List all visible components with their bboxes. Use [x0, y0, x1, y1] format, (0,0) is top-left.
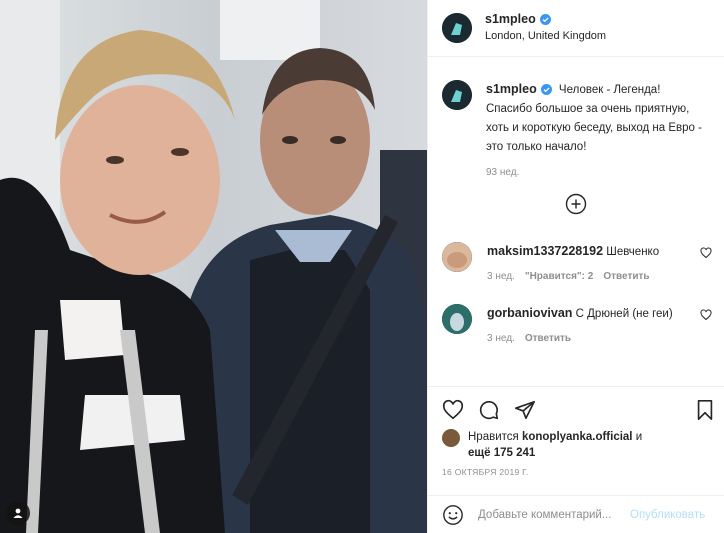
user-tag-icon[interactable]: [6, 501, 30, 525]
publish-button[interactable]: Опубликовать: [630, 509, 705, 521]
bookmark-icon[interactable]: [694, 399, 716, 421]
comment-item: maksim1337228192 Шевченко 3 нед. "Нравит…: [442, 242, 712, 286]
likes-summary: Нравится konoplyanka.official и ещё 175 …: [442, 429, 642, 461]
reply-button[interactable]: Ответить: [525, 330, 571, 348]
heart-icon[interactable]: [700, 309, 712, 321]
avatar[interactable]: [442, 304, 472, 334]
comment-item: gorbaniovivan С Дрюней (не геи) 3 нед. О…: [442, 304, 712, 348]
likes-count[interactable]: ещё 175 241: [468, 447, 535, 459]
comment-username[interactable]: maksim1337228192: [487, 242, 603, 260]
likes-prefix: Нравится: [468, 431, 519, 443]
likes-connector: и: [635, 431, 643, 443]
heart-icon[interactable]: [442, 399, 464, 421]
smiley-icon[interactable]: [442, 504, 464, 526]
verified-badge-icon: [540, 84, 552, 95]
comment-age: 3 нед.: [487, 333, 515, 344]
post-username[interactable]: s1mpleo: [485, 12, 536, 27]
comment-text: Шевченко: [606, 246, 660, 258]
post-location[interactable]: London, United Kingdom: [485, 29, 606, 44]
paper-plane-icon[interactable]: [514, 399, 536, 421]
comment-age: 3 нед.: [487, 271, 515, 282]
comment-username[interactable]: gorbaniovivan: [487, 304, 572, 322]
caption-age: 93 нед.: [486, 167, 520, 178]
post-actions: Нравится konoplyanka.official и ещё 175 …: [428, 386, 724, 533]
comment-input[interactable]: [478, 509, 628, 521]
post-header: s1mpleo London, United Kingdom: [428, 0, 724, 57]
selfie-image: [0, 0, 427, 533]
plus-circle-icon[interactable]: [565, 193, 587, 215]
comment-text: С Дрюней (не геи): [575, 308, 673, 320]
verified-badge-icon: [539, 14, 551, 25]
likes-user[interactable]: konoplyanka.official: [522, 431, 633, 443]
avatar[interactable]: [442, 13, 472, 43]
comment-likes[interactable]: "Нравится": 2: [525, 268, 594, 286]
comments-section: s1mpleo Человек - Легенда! Спасибо больш…: [428, 58, 724, 395]
caption-username[interactable]: s1mpleo: [486, 80, 537, 99]
post-photo[interactable]: [0, 0, 427, 533]
heart-icon[interactable]: [700, 247, 712, 259]
comment-bubble-icon[interactable]: [478, 399, 500, 421]
post-date[interactable]: 16 ОКТЯБРЯ 2019 Г.: [442, 467, 529, 477]
add-comment-bar: Опубликовать: [428, 495, 724, 533]
avatar[interactable]: [442, 242, 472, 272]
reply-button[interactable]: Ответить: [603, 268, 649, 286]
avatar[interactable]: [442, 429, 460, 447]
avatar[interactable]: [442, 80, 472, 110]
post-caption: s1mpleo Человек - Легенда! Спасибо больш…: [428, 58, 724, 182]
post-sidebar: s1mpleo London, United Kingdom s1mpleo Ч…: [427, 0, 724, 533]
